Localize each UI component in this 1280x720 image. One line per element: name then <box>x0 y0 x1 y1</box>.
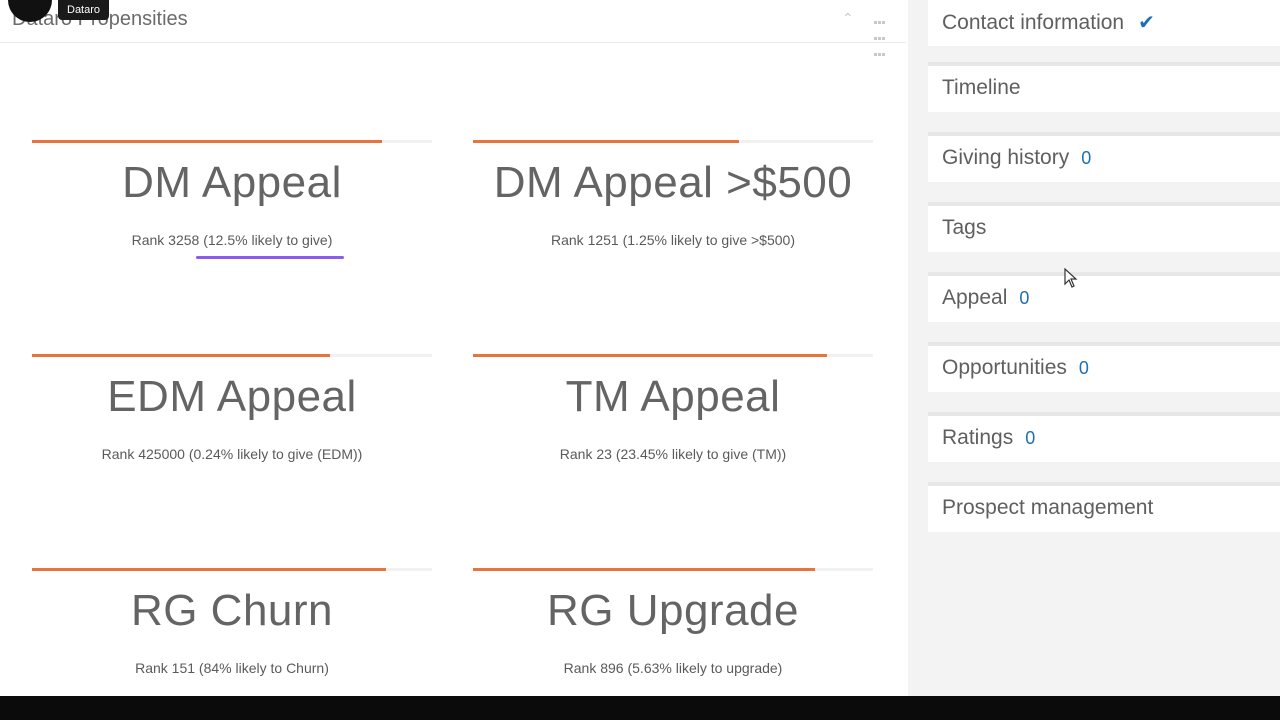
chevron-up-icon[interactable]: ⌃ <box>842 10 854 27</box>
sidebar-item-opportunities[interactable]: Opportunities 0 <box>928 342 1280 392</box>
sidebar-item-label: Opportunities <box>942 356 1067 379</box>
sidebar-item-label: Timeline <box>942 76 1021 99</box>
cursor-icon <box>1064 267 1078 293</box>
card-edm-appeal: EDM Appeal Rank 425000 (0.24% likely to … <box>32 354 432 474</box>
propensities-panel: Dataro Propensities ⌃ DM Appeal Rank 325… <box>0 0 908 696</box>
card-dm-appeal-500: DM Appeal >$500 Rank 1251 (1.25% likely … <box>473 140 873 260</box>
score-bar <box>473 140 739 143</box>
score-bar <box>32 568 386 571</box>
sidebar-item-timeline[interactable]: Timeline <box>928 62 1280 112</box>
score-bar <box>32 354 330 357</box>
sidebar-item-label: Contact information <box>942 11 1125 34</box>
count-badge: 0 <box>1081 148 1092 168</box>
card-rank: Rank 896 (5.63% likely to upgrade) <box>563 660 783 676</box>
card-title: RG Upgrade <box>546 586 799 635</box>
sidebar-item-label: Tags <box>942 216 987 239</box>
score-bar <box>32 140 382 143</box>
card-rank: Rank 151 (84% likely to Churn) <box>135 660 329 676</box>
check-icon: ✔ <box>1138 12 1155 34</box>
card-rank: Rank 3258 (12.5% likely to give) <box>131 232 333 248</box>
card-title: DM Appeal <box>122 158 342 207</box>
card-rank: Rank 1251 (1.25% likely to give >$500) <box>551 232 795 248</box>
count-badge: 0 <box>1078 358 1089 378</box>
app-badge: Dataro <box>58 0 110 20</box>
panel-header: Dataro Propensities ⌃ <box>0 0 906 56</box>
score-bar <box>473 354 827 357</box>
record-sidebar: Contact information ✔ Timeline Giving his… <box>908 0 1280 696</box>
sidebar-item-label: Appeal <box>942 286 1008 309</box>
card-rank: Rank 23 (23.45% likely to give (TM)) <box>559 446 787 462</box>
sidebar-item-ratings[interactable]: Ratings 0 <box>928 412 1280 462</box>
card-title: EDM Appeal <box>107 372 357 421</box>
sidebar-item-label: Prospect management <box>942 496 1154 519</box>
score-bar <box>473 568 815 571</box>
card-title: TM Appeal <box>565 372 781 421</box>
count-badge: 0 <box>1025 428 1036 448</box>
bottom-bar <box>0 696 1280 720</box>
card-rg-upgrade: RG Upgrade Rank 896 (5.63% likely to upg… <box>473 568 873 688</box>
sidebar-item-tags[interactable]: Tags <box>928 202 1280 252</box>
card-rg-churn: RG Churn Rank 151 (84% likely to Churn) <box>32 568 432 688</box>
sidebar-item-label: Ratings <box>942 426 1014 449</box>
sidebar-item-prospect-management[interactable]: Prospect management <box>928 482 1280 532</box>
sidebar-item-contact-information[interactable]: Contact information ✔ <box>928 0 1280 46</box>
card-rank: Rank 425000 (0.24% likely to give (EDM)) <box>101 446 363 462</box>
card-dm-appeal: DM Appeal Rank 3258 (12.5% likely to giv… <box>32 140 432 260</box>
grid-icon[interactable] <box>874 12 886 60</box>
sidebar-item-giving-history[interactable]: Giving history 0 <box>928 132 1280 182</box>
card-tm-appeal: TM Appeal Rank 23 (23.45% likely to give… <box>473 354 873 474</box>
sidebar-item-appeal[interactable]: Appeal 0 <box>928 272 1280 322</box>
card-title: DM Appeal >$500 <box>493 158 853 207</box>
card-title: RG Churn <box>130 586 334 635</box>
count-badge: 0 <box>1019 288 1030 308</box>
annotation-underline <box>196 256 344 259</box>
sidebar-item-label: Giving history <box>942 146 1070 169</box>
